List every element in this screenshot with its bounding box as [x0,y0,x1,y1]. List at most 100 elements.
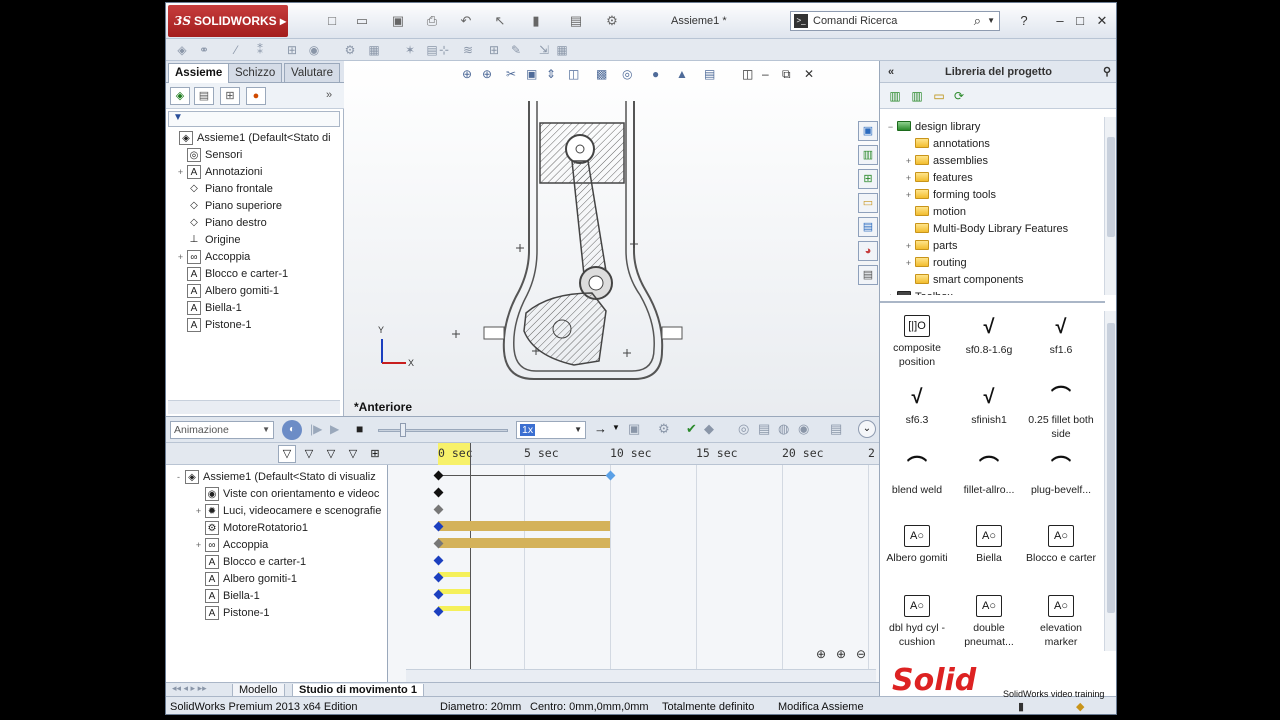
keyframe[interactable] [433,487,444,498]
library-folder[interactable]: annotations [904,136,990,153]
tab-assieme[interactable]: Assieme [168,63,230,83]
library-tree-scrollbar[interactable] [1104,117,1116,295]
maximize-button[interactable]: □ [1070,11,1090,31]
keyframe[interactable] [433,504,444,515]
linear-pattern-icon[interactable]: ⁄ [228,42,244,58]
save-animation-icon[interactable]: ▣ [628,421,640,437]
library-folder[interactable]: + parts [904,238,958,255]
tree-item[interactable]: A Pistone-1 [166,317,344,334]
tree-item[interactable]: ◇ Piano superiore [166,198,344,215]
file-properties-icon[interactable]: ▤ [566,11,586,31]
study-type-select[interactable]: Animazione ▼ [170,421,274,439]
appearance-manager-icon[interactable]: ● [246,87,266,105]
motor-icon[interactable]: ◎ [738,421,749,437]
solidworks-logo[interactable]: 3S SOLIDWORKS ▸ [168,5,288,37]
palette-item[interactable]: ⌒ plug-bevelf... [1024,455,1098,497]
keyframe[interactable] [605,470,616,481]
library-root[interactable]: − design library [886,119,981,136]
expand-icon[interactable]: + [904,238,913,255]
open-icon[interactable]: ▭ [352,11,372,31]
minimize-button[interactable]: – [1050,11,1070,31]
collapse-pane-icon[interactable]: « [888,61,894,83]
search-icon[interactable]: ⌕ [974,12,981,30]
timeline-scrollbar[interactable] [406,669,876,683]
gravity-icon[interactable]: ◉ [798,421,809,437]
pin-icon[interactable]: ⚲ [1103,61,1111,83]
timeline[interactable]: 0 sec 5 sec 10 sec 15 sec 20 sec 2 ⊕ ⊕ ⊖ [388,443,879,683]
show-hidden-icon[interactable]: ◉ [306,42,322,58]
motion-tree-item[interactable]: A Blocco e carter-1 [166,554,388,571]
palette-item[interactable]: √ sf1.6 [1024,315,1098,357]
tree-item[interactable]: + ∞ Accoppia [166,249,344,266]
palette-item[interactable]: A○ dbl hyd cyl - cushion [880,595,954,649]
print-icon[interactable]: ⎙ [422,11,442,31]
motion-tree-item[interactable]: + ∞ Accoppia [166,537,388,554]
new-motion-study-icon[interactable]: ✶ [402,42,418,58]
view-palette-icon[interactable]: ▤ [858,217,878,237]
snapshot-icon[interactable]: ⇲ [536,42,552,58]
featuremanager-icon[interactable]: ◈ [170,87,190,105]
palette-item[interactable]: A○ Albero gomiti [880,525,954,565]
appearances-icon[interactable]: ◕ [858,241,878,261]
select-icon[interactable]: ↖ [490,11,510,31]
expand-panel-icon[interactable]: » [326,89,332,101]
file-explorer-icon[interactable]: ▭ [858,193,878,213]
playback-speed-select[interactable]: 1x ▼ [516,421,586,439]
palette-item[interactable]: A○ Blocco e carter [1024,525,1098,565]
palette-item[interactable]: [|]O composite position [880,315,954,369]
options-icon[interactable]: ⚙ [602,11,622,31]
motion-tree-item[interactable]: + ✹ Luci, videocamere e scenografie [166,503,388,520]
instant3d-icon[interactable]: ⊞ [486,42,502,58]
solidworks-resources-icon[interactable]: ▣ [858,121,878,141]
speedpak-icon[interactable]: ✎ [508,42,524,58]
filter-driving-icon[interactable]: ▽ [300,445,318,463]
tree-item[interactable]: A Blocco e carter-1 [166,266,344,283]
palette-item[interactable]: ⌒ fillet-allro... [952,455,1026,497]
expand-icon[interactable]: + [194,503,203,520]
playback-slider[interactable] [378,429,508,432]
time-bar[interactable] [470,443,471,683]
tab-scroll-arrows-icon[interactable]: ◂◂ ◂ ▸ ▸▸ [172,683,207,694]
animation-wizard-icon[interactable]: ⚙ [658,421,670,437]
expand-icon[interactable]: + [194,537,203,554]
motion-tree-item[interactable]: A Biella-1 [166,588,388,605]
design-library-icon[interactable]: ▥ [858,145,878,165]
mates-change-bar[interactable] [438,538,610,548]
palette-item[interactable]: A○ elevation marker [1024,595,1098,649]
smart-fasteners-icon[interactable]: ⁑ [252,42,268,58]
expand-icon[interactable]: - [174,469,183,486]
tree-item[interactable]: A Biella-1 [166,300,344,317]
configurationmanager-icon[interactable]: ⊞ [220,87,240,105]
help-icon[interactable]: ? [1014,11,1034,31]
refresh-icon[interactable]: ⟳ [950,87,968,105]
zoom-in-timeline-icon[interactable]: ⊕ [836,647,846,661]
zoom-out-timeline-icon[interactable]: ⊖ [856,647,866,661]
zoom-to-fit-timeline-icon[interactable]: ⊕ [816,647,826,661]
palette-item[interactable]: A○ Biella [952,525,1026,565]
palette-item[interactable]: √ sf6.3 [880,385,954,427]
motion-tree-item[interactable]: ⚙ MotoreRotatorio1 [166,520,388,537]
add-key-icon[interactable]: ◆ [704,421,714,437]
tab-schizzo[interactable]: Schizzo [228,63,283,82]
calculate-icon[interactable]: ◐ [282,420,302,440]
stop-icon[interactable]: ■ [356,422,363,436]
library-icon[interactable]: ⊞ [858,169,878,189]
motion-tree-item[interactable]: A Pistone-1 [166,605,388,622]
library-folder[interactable]: + features [904,170,973,187]
expand-icon[interactable]: + [904,170,913,187]
palette-item[interactable]: √ sf0.8-1.6g [952,315,1026,357]
toolbox-item[interactable]: + Toolbox [886,289,953,295]
play-icon[interactable]: ▶ [330,422,339,436]
contact-icon[interactable]: ◍ [778,421,789,437]
palette-scrollbar[interactable] [1104,311,1116,651]
reference-geometry-icon[interactable]: ▦ [366,42,382,58]
palette-item[interactable]: ⌒ blend weld [880,455,954,497]
new-document-icon[interactable]: □ [322,11,342,31]
filter-selected-icon[interactable]: ▽ [322,445,340,463]
expand-icon[interactable]: + [904,187,913,204]
collapse-icon[interactable]: − [886,119,895,136]
spring-icon[interactable]: ▤ [758,421,770,437]
autokey-icon[interactable]: ✔ [686,421,697,437]
expand-icon[interactable]: + [904,153,913,170]
tree-item[interactable]: ◇ Piano frontale [166,181,344,198]
